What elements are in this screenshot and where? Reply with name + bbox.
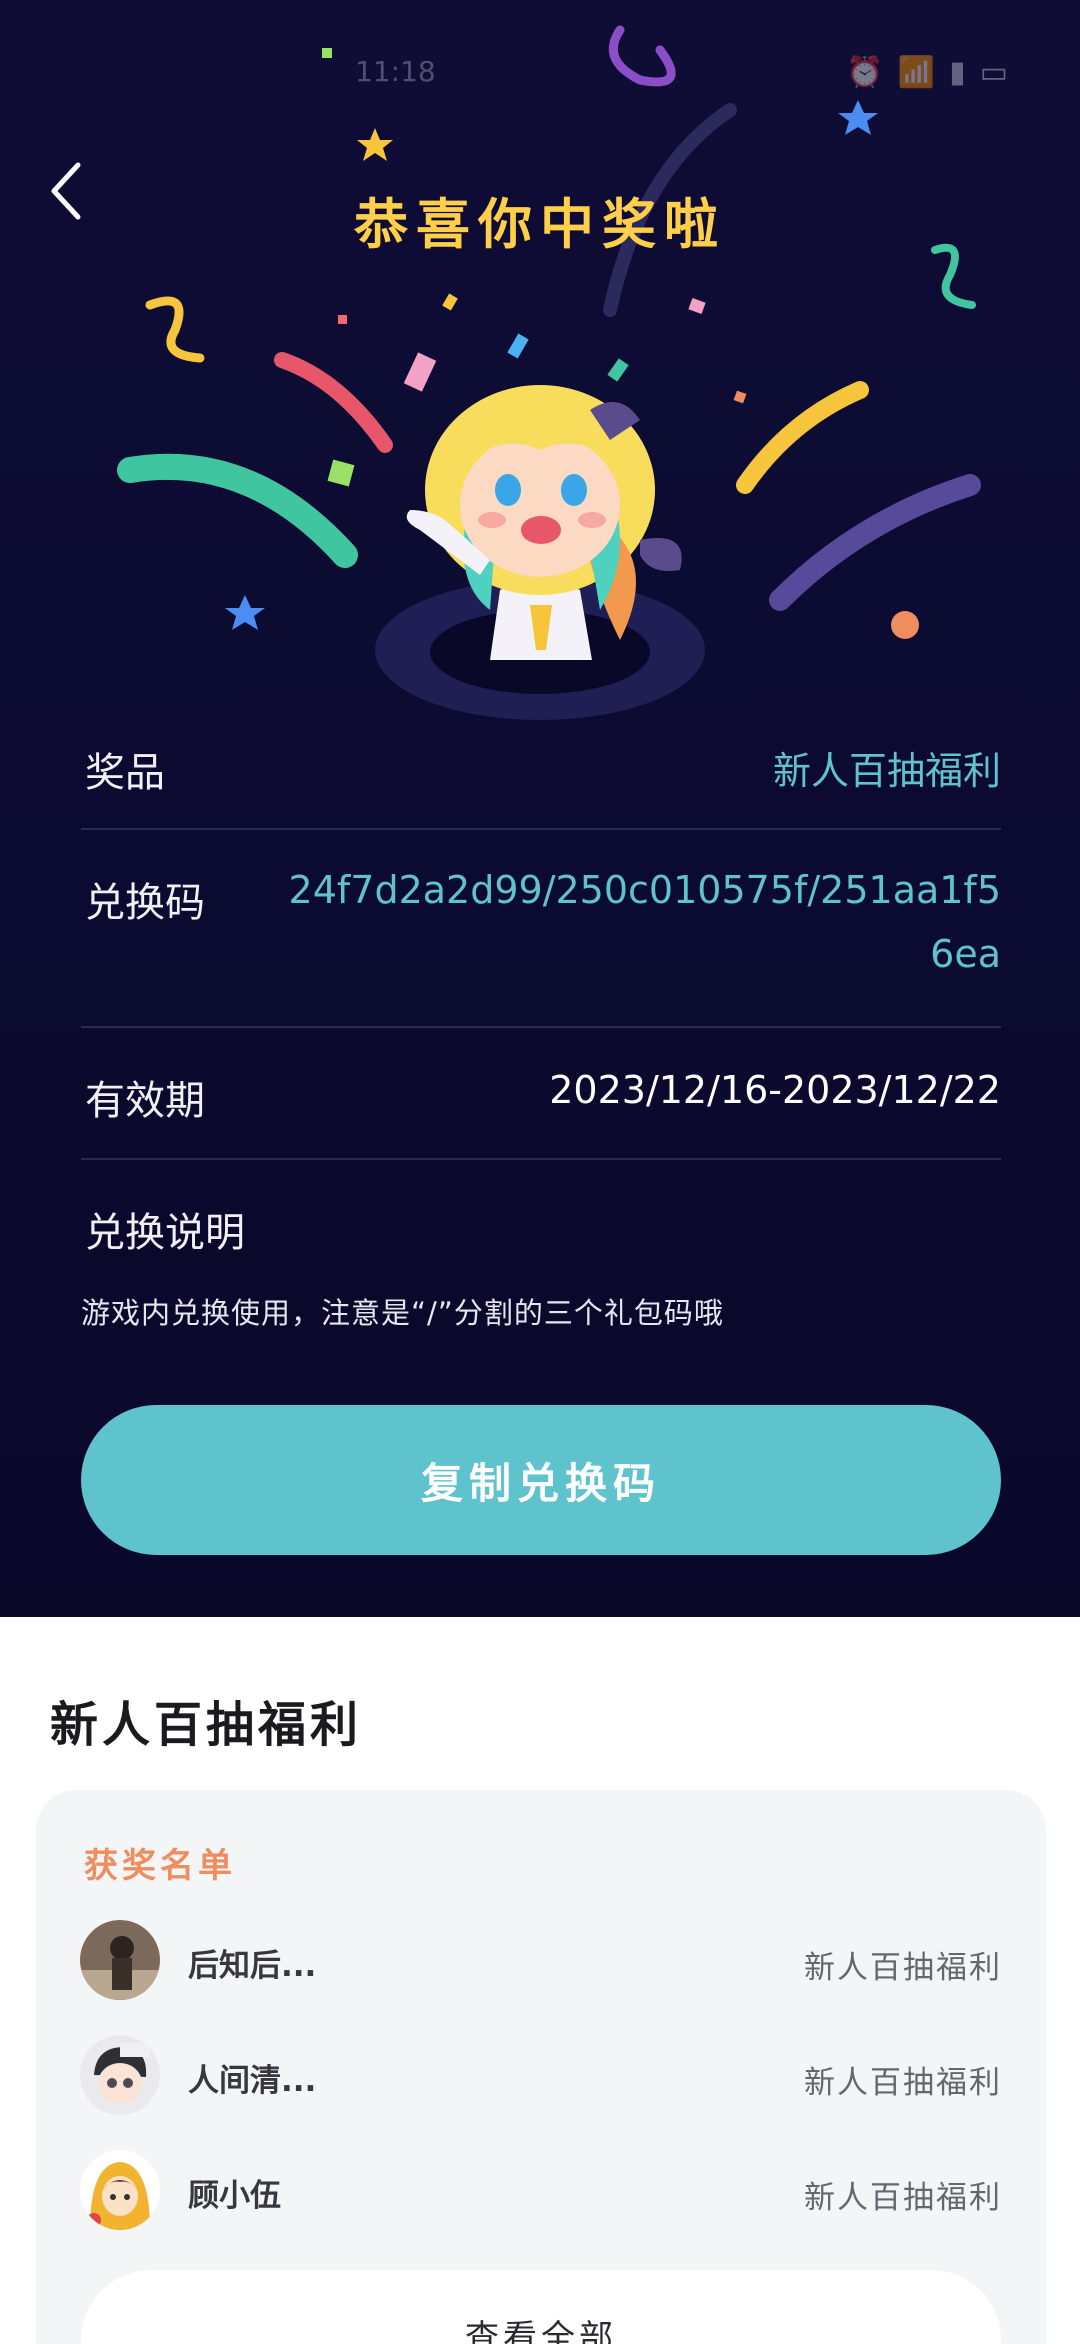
status-time: 11:18 — [355, 55, 436, 88]
winner-item[interactable]: 人间清... 新人百抽福利 — [80, 2035, 1002, 2125]
winner-name: 顾小伍 — [188, 2178, 281, 2214]
winner-name: 人间清... — [188, 2063, 317, 2099]
avatar — [80, 1920, 160, 2000]
instructions-text: 游戏内兑换使用，注意是“/”分割的三个礼包码哦 — [81, 1296, 724, 1330]
winner-name: 后知后... — [188, 1948, 317, 1984]
redeem-code-row: 兑换码 24f7d2a2d99/250c010575f/251aa1f5 6ea — [81, 830, 1001, 1028]
alarm-icon: ⏰ — [846, 55, 884, 90]
redeem-code-line2: 6ea — [930, 932, 1001, 976]
winners-card: 获奖名单 后知后... 新人百抽福利 人间清... 新人百抽福利 顾小伍 新人百… — [36, 1790, 1046, 2344]
prize-panel: 11:18 ⏰ 📶 ▮ ▭ 恭喜你中奖啦 奖品 新人百抽福利 兑换码 24f7d… — [0, 0, 1080, 1617]
status-icons: ⏰ 📶 ▮ ▭ — [846, 55, 1008, 90]
prize-label: 奖品 — [85, 750, 165, 796]
page-title: 恭喜你中奖啦 — [354, 193, 726, 256]
winner-item[interactable]: 后知后... 新人百抽福利 — [80, 1920, 1002, 2010]
copy-code-button[interactable]: 复制兑换码 — [81, 1405, 1001, 1555]
prize-row: 奖品 新人百抽福利 — [81, 700, 1001, 830]
section-title: 新人百抽福利 — [50, 1697, 363, 1753]
prize-value: 新人百抽福利 — [772, 749, 1001, 793]
winner-prize: 新人百抽福利 — [804, 1950, 1002, 1986]
avatar — [80, 2035, 160, 2115]
prize-info: 奖品 新人百抽福利 兑换码 24f7d2a2d99/250c010575f/25… — [81, 700, 1001, 1160]
signal-icon: ▮ — [949, 55, 966, 90]
redeem-code-line1: 24f7d2a2d99/250c010575f/251aa1f5 — [288, 868, 1001, 912]
avatar — [80, 2150, 160, 2230]
validity-row: 有效期 2023/12/16-2023/12/22 — [81, 1028, 1001, 1160]
validity-label: 有效期 — [85, 1078, 205, 1124]
view-all-button[interactable]: 查看全部 — [81, 2270, 1001, 2344]
winner-prize: 新人百抽福利 — [804, 2065, 1002, 2101]
wifi-icon: 📶 — [897, 55, 936, 90]
winner-item[interactable]: 顾小伍 新人百抽福利 — [80, 2150, 1002, 2240]
instructions-title: 兑换说明 — [85, 1210, 245, 1256]
battery-icon: ▭ — [979, 55, 1008, 90]
winners-title: 获奖名单 — [84, 1846, 236, 1886]
validity-value: 2023/12/16-2023/12/22 — [549, 1068, 1001, 1112]
redeem-code-label: 兑换码 — [85, 880, 205, 926]
status-bar: 11:18 ⏰ 📶 ▮ ▭ — [0, 0, 1080, 150]
winner-prize: 新人百抽福利 — [804, 2180, 1002, 2216]
